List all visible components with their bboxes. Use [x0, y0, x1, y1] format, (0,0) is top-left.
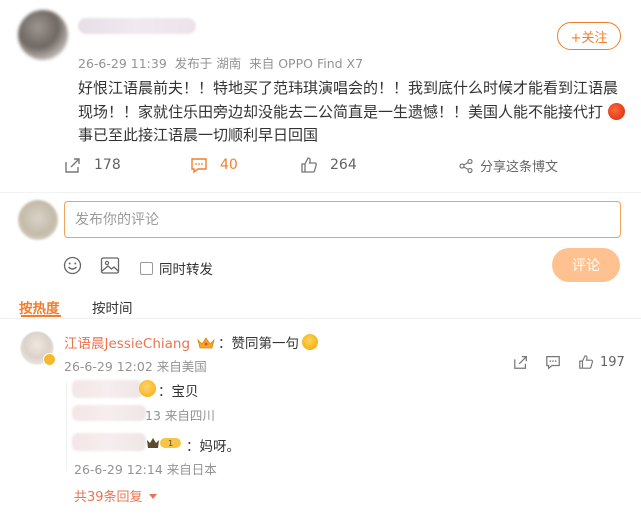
comment-input[interactable]: [64, 201, 621, 238]
thumb-up-icon: [579, 355, 594, 369]
comment-location: 来自美国: [156, 359, 207, 374]
reply-text: ：宝贝: [158, 384, 199, 400]
repost-count: 178: [94, 157, 121, 173]
blush-emoji-icon: [139, 380, 156, 397]
caret-down-icon: [148, 494, 157, 499]
comment-icon: [546, 356, 560, 370]
reply-meta: 13 来自四川: [145, 408, 215, 423]
share-button[interactable]: 分享这条博文: [458, 156, 558, 175]
repost-icon: [65, 158, 80, 173]
angry-emoji-icon: [607, 102, 625, 120]
post-body: 好恨江语晨前夫！！特地买了范玮琪演唱会的！！我到底什么时候才能看到江语晨现场！！…: [78, 77, 626, 148]
repost-checkbox[interactable]: [140, 261, 153, 275]
tab-sort-hot[interactable]: 按热度: [19, 297, 60, 317]
comment-like-button[interactable]: 197: [578, 354, 625, 370]
smiley-icon: [63, 256, 82, 275]
author-avatar[interactable]: [18, 10, 68, 60]
more-replies-label: 共39条回复: [74, 490, 143, 505]
comment-icon: [191, 158, 207, 174]
share-label: 分享这条博文: [480, 160, 559, 175]
comment-text: ：赞同第一句: [218, 336, 300, 352]
comment-count: 40: [220, 157, 238, 173]
active-tab-indicator: [21, 315, 61, 317]
my-avatar: [18, 200, 58, 240]
cheer-emoji-icon: [302, 334, 319, 350]
reply-meta: 26-6-29 12:14 来自日本: [74, 462, 217, 477]
repost-toggle-label: 同时转发: [159, 262, 213, 278]
reply-username-redacted: [72, 433, 146, 451]
thumb-up-icon: [301, 157, 317, 173]
like-count: 264: [330, 157, 357, 173]
comment-time: 26-6-29 12:02: [64, 359, 153, 374]
repost-icon: [514, 356, 527, 369]
divider: [0, 192, 641, 193]
verified-badge-icon: [43, 353, 56, 366]
share-icon: [459, 158, 473, 173]
post-device: 来自 OPPO Find X7: [249, 56, 364, 71]
like-button[interactable]: 264: [300, 156, 357, 174]
tab-sort-time[interactable]: 按时间: [92, 297, 133, 317]
divider: [0, 318, 641, 319]
reply-username-redacted: [72, 380, 142, 398]
post-text-part2: 事已至此接江语晨一切顺利早日回国: [78, 126, 319, 144]
post-action-bar: 178 40 264 分享这条博文: [0, 156, 641, 186]
submit-comment-button[interactable]: 评论: [552, 248, 620, 282]
image-icon: [100, 257, 120, 274]
comment-button[interactable]: 40: [190, 156, 238, 174]
post-text-part1: 好恨江语晨前夫！！特地买了范玮琪演唱会的！！我到底什么时候才能看到江语晨现场！！…: [78, 79, 619, 121]
replies-guide-line: [66, 382, 67, 470]
repost-toggle[interactable]: 同时转发: [140, 258, 213, 278]
comment-repost-button[interactable]: [513, 354, 529, 370]
author-name[interactable]: [78, 18, 196, 34]
post-time[interactable]: 26-6-29 11:39: [78, 56, 167, 71]
image-button[interactable]: [100, 256, 120, 275]
follow-button[interactable]: +关注: [557, 22, 621, 50]
repost-button[interactable]: 178: [64, 156, 121, 174]
comment-like-count: 197: [600, 354, 625, 370]
post-meta: 26-6-29 11:39 发布于 湖南 来自 OPPO Find X7: [78, 53, 367, 72]
post-location: 发布于 湖南: [174, 56, 242, 71]
crown-badge-icon: [197, 336, 215, 348]
comment-reply-button[interactable]: [545, 354, 561, 370]
reply-time-redacted: [72, 405, 146, 421]
svg-text:1: 1: [168, 439, 173, 448]
emoji-button[interactable]: [63, 256, 82, 275]
fan-level-badge-icon: 1: [147, 438, 181, 448]
comment-username[interactable]: 江语晨JessieChiang: [64, 332, 190, 352]
comment-content: 江语晨JessieChiang ：赞同第一句: [64, 332, 319, 352]
more-replies-link[interactable]: 共39条回复: [74, 486, 157, 505]
comment-meta: 26-6-29 12:02 来自美国: [64, 356, 207, 375]
reply-text: ：妈呀。: [186, 439, 240, 455]
